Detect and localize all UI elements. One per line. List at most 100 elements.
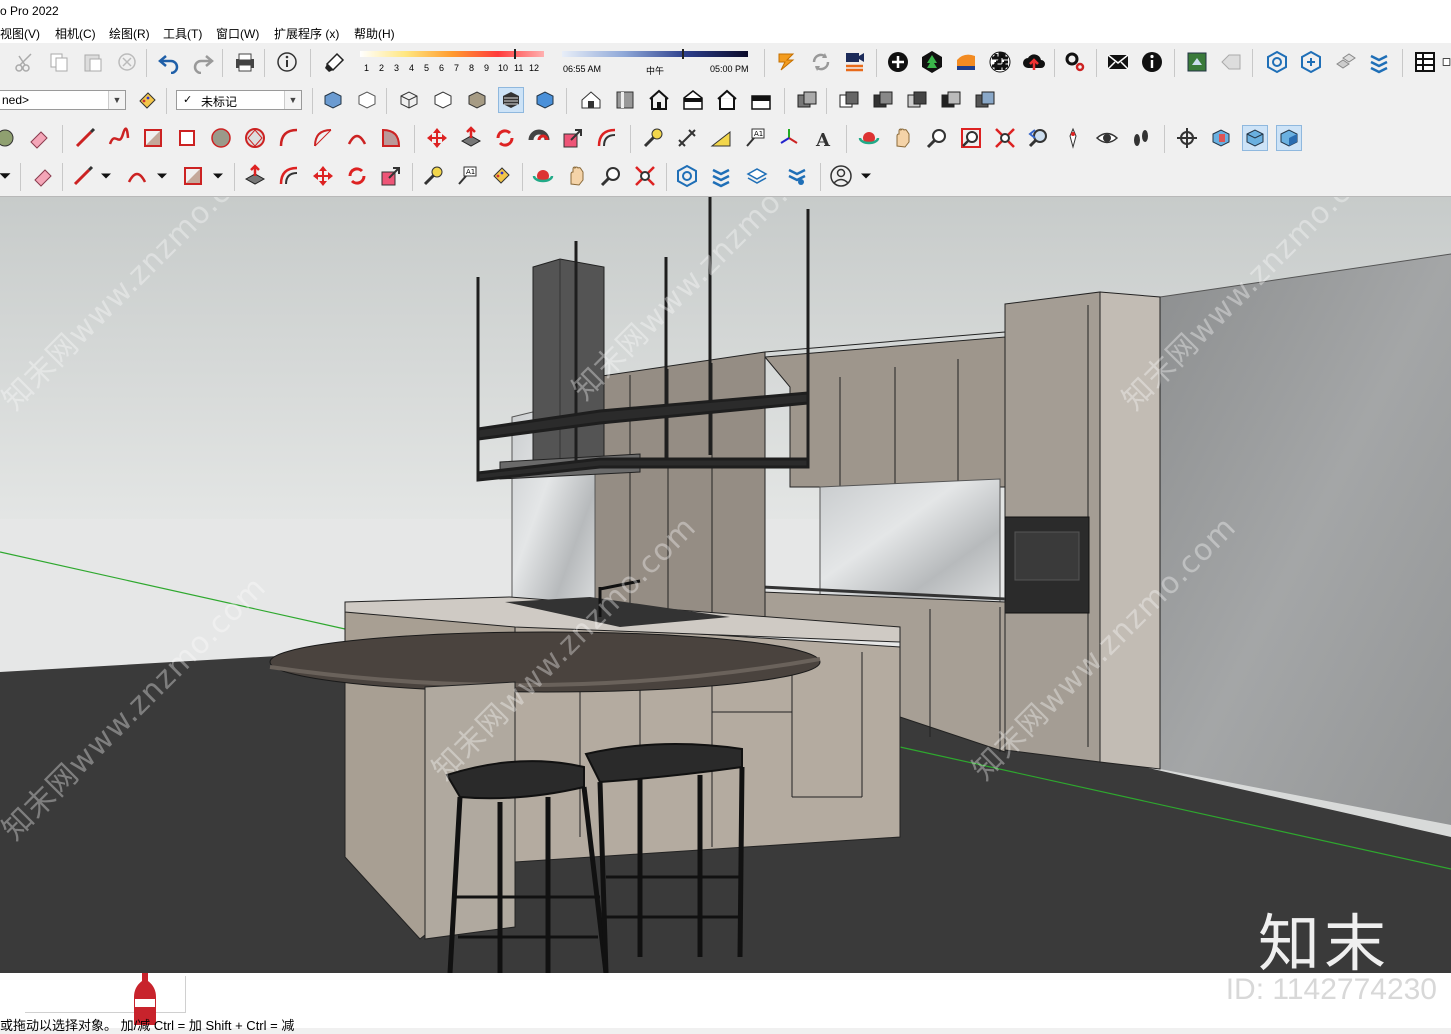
- eraser-icon[interactable]: [26, 125, 52, 151]
- pan-icon[interactable]: [890, 125, 916, 151]
- eraser-icon[interactable]: [30, 163, 56, 189]
- rectangle-icon[interactable]: [180, 163, 206, 189]
- refresh-icon[interactable]: [808, 49, 834, 75]
- cloud-upload-icon[interactable]: [1021, 49, 1047, 75]
- freehand-icon[interactable]: [106, 125, 132, 151]
- scale-icon[interactable]: [560, 125, 586, 151]
- copy-icon[interactable]: [46, 49, 72, 75]
- section-icon[interactable]: [1366, 49, 1392, 75]
- info-icon[interactable]: [1139, 49, 1165, 75]
- previous-view-icon[interactable]: [1026, 125, 1052, 151]
- pie-icon[interactable]: [378, 125, 404, 151]
- front-view-icon[interactable]: [646, 87, 672, 113]
- layers-stack-icon[interactable]: [744, 163, 770, 189]
- offset-icon[interactable]: [594, 125, 620, 151]
- back-edges-icon[interactable]: [354, 87, 380, 113]
- menu-tools[interactable]: 工具(T): [163, 25, 202, 42]
- shadow-time-slider[interactable]: 06:55 AM 中午 05:00 PM: [560, 49, 752, 77]
- section-plane-icon[interactable]: [1174, 125, 1200, 151]
- dimension-icon[interactable]: [674, 125, 700, 151]
- left-view-icon[interactable]: [748, 87, 774, 113]
- menu-draw[interactable]: 绘图(R): [109, 25, 150, 42]
- zoom-extents-icon[interactable]: [632, 163, 658, 189]
- extension-warehouse-icon[interactable]: [774, 49, 800, 75]
- display-section-planes-icon[interactable]: [1208, 125, 1234, 151]
- mail-icon[interactable]: [1105, 49, 1131, 75]
- text-icon[interactable]: A1: [454, 163, 480, 189]
- solid-split-icon[interactable]: [972, 87, 998, 113]
- line-icon[interactable]: [70, 163, 96, 189]
- solid-tools-icon-3[interactable]: [1332, 49, 1358, 75]
- section-settings-icon[interactable]: [784, 163, 810, 189]
- three-point-arc-icon[interactable]: [344, 125, 370, 151]
- delete-icon[interactable]: [114, 49, 140, 75]
- paste-icon[interactable]: [80, 49, 106, 75]
- right-view-icon[interactable]: [680, 87, 706, 113]
- tree-plugin-icon[interactable]: [919, 49, 945, 75]
- line-icon[interactable]: [72, 125, 98, 151]
- xray-style-icon[interactable]: [320, 87, 346, 113]
- chevron-down-icon[interactable]: [96, 163, 116, 189]
- 3d-text-icon[interactable]: A: [810, 125, 836, 151]
- shadow-date-slider[interactable]: 1 2 3 4 5 6 7 8 9 10 11 12: [358, 49, 546, 77]
- style-select[interactable]: ned> ▼: [0, 90, 126, 110]
- offset-icon[interactable]: [276, 163, 302, 189]
- shadows-toggle-icon[interactable]: [322, 49, 348, 75]
- shaded-icon[interactable]: [464, 87, 490, 113]
- walk-icon[interactable]: [1128, 125, 1154, 151]
- model-viewport[interactable]: 知末网www.znzmo.com 知末网www.znzmo.com 知末网www…: [0, 197, 1451, 973]
- add-circle-icon[interactable]: [885, 49, 911, 75]
- tape-measure-icon[interactable]: [640, 125, 666, 151]
- back-view-icon[interactable]: [714, 87, 740, 113]
- menu-help[interactable]: 帮助(H): [354, 25, 395, 42]
- menu-view[interactable]: 视图(V): [0, 25, 40, 42]
- layout-panel-icon[interactable]: [1442, 49, 1451, 75]
- solid-subtract-icon[interactable]: [870, 87, 896, 113]
- scale-icon[interactable]: [378, 163, 404, 189]
- monochrome-icon[interactable]: [532, 87, 558, 113]
- look-around-icon[interactable]: [1094, 125, 1120, 151]
- group-icon[interactable]: [794, 87, 820, 113]
- iso-view-icon[interactable]: [578, 87, 604, 113]
- display-section-cuts-icon[interactable]: [1242, 125, 1268, 151]
- hidden-line-icon[interactable]: [430, 87, 456, 113]
- settings-gears-icon[interactable]: [1062, 49, 1088, 75]
- axes-icon[interactable]: [776, 125, 802, 151]
- chevron-down-icon[interactable]: [0, 163, 16, 189]
- polygon-icon[interactable]: [242, 125, 268, 151]
- protractor-icon[interactable]: [708, 125, 734, 151]
- solid-tools-icon-1[interactable]: [674, 163, 700, 189]
- print-icon[interactable]: [232, 49, 258, 75]
- position-camera-icon[interactable]: [1060, 125, 1086, 151]
- zoom-icon[interactable]: [598, 163, 624, 189]
- rectangle-icon[interactable]: [140, 125, 166, 151]
- two-point-arc-icon[interactable]: [310, 125, 336, 151]
- orbit-icon[interactable]: [530, 163, 556, 189]
- paint-bucket-icon[interactable]: [134, 88, 160, 114]
- orbit-icon[interactable]: [856, 125, 882, 151]
- text-icon[interactable]: A1: [742, 125, 768, 151]
- zoom-icon[interactable]: [924, 125, 950, 151]
- select-icon[interactable]: [0, 125, 18, 151]
- push-pull-icon[interactable]: [242, 163, 268, 189]
- shaded-textures-icon[interactable]: [498, 87, 524, 113]
- roof-plugin-icon[interactable]: [953, 49, 979, 75]
- solid-trim-icon[interactable]: [938, 87, 964, 113]
- arc-icon[interactable]: [276, 125, 302, 151]
- chevron-down-icon[interactable]: [208, 163, 228, 189]
- display-section-fill-icon[interactable]: [1276, 125, 1302, 151]
- tape-measure-icon[interactable]: [420, 163, 446, 189]
- solid-tools-icon-2[interactable]: [1298, 49, 1324, 75]
- user-account-icon[interactable]: [828, 163, 854, 189]
- rotated-rectangle-icon[interactable]: [174, 125, 200, 151]
- redo-icon[interactable]: [190, 49, 216, 75]
- solid-intersect-icon[interactable]: [904, 87, 930, 113]
- pan-icon[interactable]: [564, 163, 590, 189]
- rotate-icon[interactable]: [344, 163, 370, 189]
- chevron-down-icon[interactable]: [856, 163, 876, 189]
- follow-me-icon[interactable]: [526, 125, 552, 151]
- import-image-icon[interactable]: [1184, 49, 1210, 75]
- arc-icon[interactable]: [124, 163, 150, 189]
- section-icon[interactable]: [708, 163, 734, 189]
- chevron-down-icon[interactable]: [152, 163, 172, 189]
